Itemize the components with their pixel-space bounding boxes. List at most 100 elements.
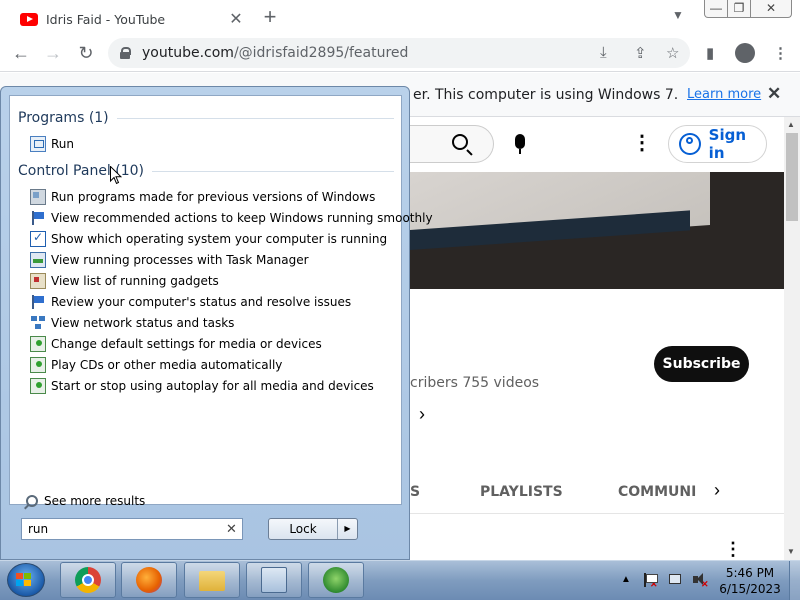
tab-community[interactable]: COMMUNI	[618, 484, 696, 500]
result-item-network-status[interactable]: View network status and tasks	[30, 313, 234, 332]
result-label: Start or stop using autoplay for all med…	[51, 378, 374, 393]
clear-search-icon[interactable]: ✕	[226, 521, 237, 537]
result-item-gadgets[interactable]: View list of running gadgets	[30, 271, 219, 290]
browser-toolbar: ← → ↻ youtube.com/@idrisfaid2895/feature…	[0, 34, 800, 72]
scroll-up-arrow-icon[interactable]: ▲	[787, 120, 795, 129]
window-maximize-button[interactable]: ❐	[727, 0, 751, 18]
side-panel-icon[interactable]: ▮	[706, 44, 714, 62]
back-button[interactable]: ←	[8, 40, 34, 66]
tab-videos[interactable]: S	[410, 484, 420, 500]
forward-button[interactable]: →	[40, 40, 66, 66]
tab-title: Idris Faid - YouTube	[46, 11, 166, 27]
mouse-cursor-icon	[110, 166, 122, 185]
video-options-icon[interactable]: ⋮	[724, 540, 742, 558]
sign-in-button[interactable]: Sign in	[668, 125, 767, 163]
browser-tab[interactable]: Idris Faid - YouTube ✕	[8, 4, 246, 34]
result-item-autoplay[interactable]: Start or stop using autoplay for all med…	[30, 376, 374, 395]
result-label: View recommended actions to keep Windows…	[51, 210, 433, 225]
scroll-down-arrow-icon[interactable]: ▼	[787, 547, 795, 556]
result-item-task-manager[interactable]: View running processes with Task Manager	[30, 250, 309, 269]
channel-banner-image	[410, 172, 784, 289]
result-label: View network status and tasks	[51, 315, 235, 330]
result-item-play-cds[interactable]: Play CDs or other media automatically	[30, 355, 282, 374]
window-minimize-button[interactable]: —	[704, 0, 728, 18]
channel-description-chevron-icon[interactable]: ›	[419, 404, 425, 425]
media-icon	[30, 356, 46, 373]
gadget-icon	[30, 272, 46, 289]
explorer-icon	[199, 571, 225, 591]
channel-stats: cribers 755 videos	[410, 375, 540, 391]
infobar-text: er. This computer is using Windows 7.	[413, 87, 679, 103]
result-label: Review your computer's status and resolv…	[51, 294, 352, 309]
browser-titlebar: Idris Faid - YouTube ✕ + ▼ — ❐ ✕	[0, 0, 800, 34]
flag-icon	[30, 294, 46, 310]
show-desktop-button[interactable]	[789, 561, 800, 600]
new-tab-button[interactable]: +	[259, 4, 281, 30]
group-header-programs[interactable]: Programs (1)	[18, 110, 394, 126]
group-title: Programs (1)	[18, 110, 109, 126]
tab-search-chevron-icon[interactable]: ▼	[672, 8, 684, 22]
media-center-icon	[323, 567, 349, 593]
result-item-os-info[interactable]: Show which operating system your compute…	[30, 229, 387, 248]
group-divider	[116, 117, 394, 119]
result-label: Change default settings for media or dev…	[51, 336, 322, 351]
url-host: youtube.com	[142, 45, 234, 61]
result-item-recommended-actions[interactable]: View recommended actions to keep Windows…	[30, 208, 433, 227]
result-label: Run programs made for previous versions …	[51, 189, 376, 204]
taskbar-explorer-button[interactable]	[184, 562, 240, 598]
learn-more-link[interactable]: Learn more	[687, 87, 761, 102]
result-item-run[interactable]: Run	[30, 134, 74, 153]
infobar-close-button[interactable]: ✕	[767, 84, 781, 104]
compat-icon	[30, 188, 46, 205]
taskbar-media-center-button[interactable]	[308, 562, 364, 598]
show-hidden-icons-button[interactable]: ▲	[621, 574, 631, 585]
control-panel-icon	[261, 567, 287, 593]
task-manager-icon	[30, 251, 46, 268]
result-item-default-media-settings[interactable]: Change default settings for media or dev…	[30, 334, 322, 353]
window-close-button[interactable]: ✕	[750, 0, 792, 18]
network-tray-icon[interactable]	[668, 572, 684, 588]
result-item-computer-status[interactable]: Review your computer's status and resolv…	[30, 292, 351, 311]
tab-playlists[interactable]: PLAYLISTS	[480, 484, 563, 500]
sign-in-label: Sign in	[708, 126, 747, 162]
group-header-control-panel[interactable]: Control Panel (10)	[18, 163, 394, 179]
see-more-results-link[interactable]: See more results	[26, 494, 145, 508]
result-label: View running processes with Task Manager	[51, 252, 309, 267]
taskbar-chrome-button[interactable]	[60, 562, 116, 598]
action-center-flag-icon[interactable]: ✕	[643, 572, 659, 589]
volume-icon[interactable]: ✕	[692, 572, 709, 589]
subscribe-button[interactable]: Subscribe	[654, 346, 749, 382]
shutdown-options-arrow-icon[interactable]: ▶	[337, 519, 357, 539]
firefox-icon	[136, 567, 162, 593]
taskbar-clock[interactable]: 5:46 PM 6/15/2023	[715, 565, 785, 597]
result-label: Run	[51, 136, 75, 151]
microphone-icon[interactable]	[515, 134, 525, 154]
share-icon[interactable]: ⇪	[634, 44, 647, 62]
search-icon[interactable]	[452, 134, 468, 150]
windows-logo-icon	[16, 573, 32, 587]
group-title: Control Panel (10)	[18, 163, 145, 179]
bookmark-star-icon[interactable]: ☆	[666, 44, 679, 62]
lock-button[interactable]: Lock ▶	[268, 518, 358, 540]
clock-date: 6/15/2023	[719, 582, 781, 596]
clock-time: 5:46 PM	[725, 566, 775, 580]
tabs-scroll-right-icon[interactable]: ›	[714, 480, 720, 501]
result-label: Play CDs or other media automatically	[51, 357, 283, 372]
install-app-icon[interactable]: ⤓	[600, 44, 607, 61]
taskbar-firefox-button[interactable]	[121, 562, 177, 598]
result-label: Show which operating system your compute…	[51, 231, 388, 246]
tab-close-button[interactable]: ✕	[226, 9, 246, 29]
scrollbar-thumb[interactable]	[786, 133, 798, 221]
lock-icon[interactable]	[120, 47, 131, 59]
network-icon	[30, 315, 46, 331]
youtube-settings-menu-icon[interactable]: ⋮	[632, 133, 652, 153]
profile-avatar-icon[interactable]	[735, 43, 755, 63]
channel-tabs: S PLAYLISTS COMMUNI	[410, 470, 784, 514]
taskbar-control-panel-button[interactable]	[246, 562, 302, 598]
magnifier-icon	[26, 495, 38, 507]
start-search-input[interactable]: run	[21, 518, 243, 540]
chrome-menu-icon[interactable]: ⋮	[773, 44, 788, 62]
reload-button[interactable]: ↻	[73, 40, 99, 66]
result-item-compatibility[interactable]: Run programs made for previous versions …	[30, 187, 375, 206]
flag-icon	[30, 210, 46, 226]
